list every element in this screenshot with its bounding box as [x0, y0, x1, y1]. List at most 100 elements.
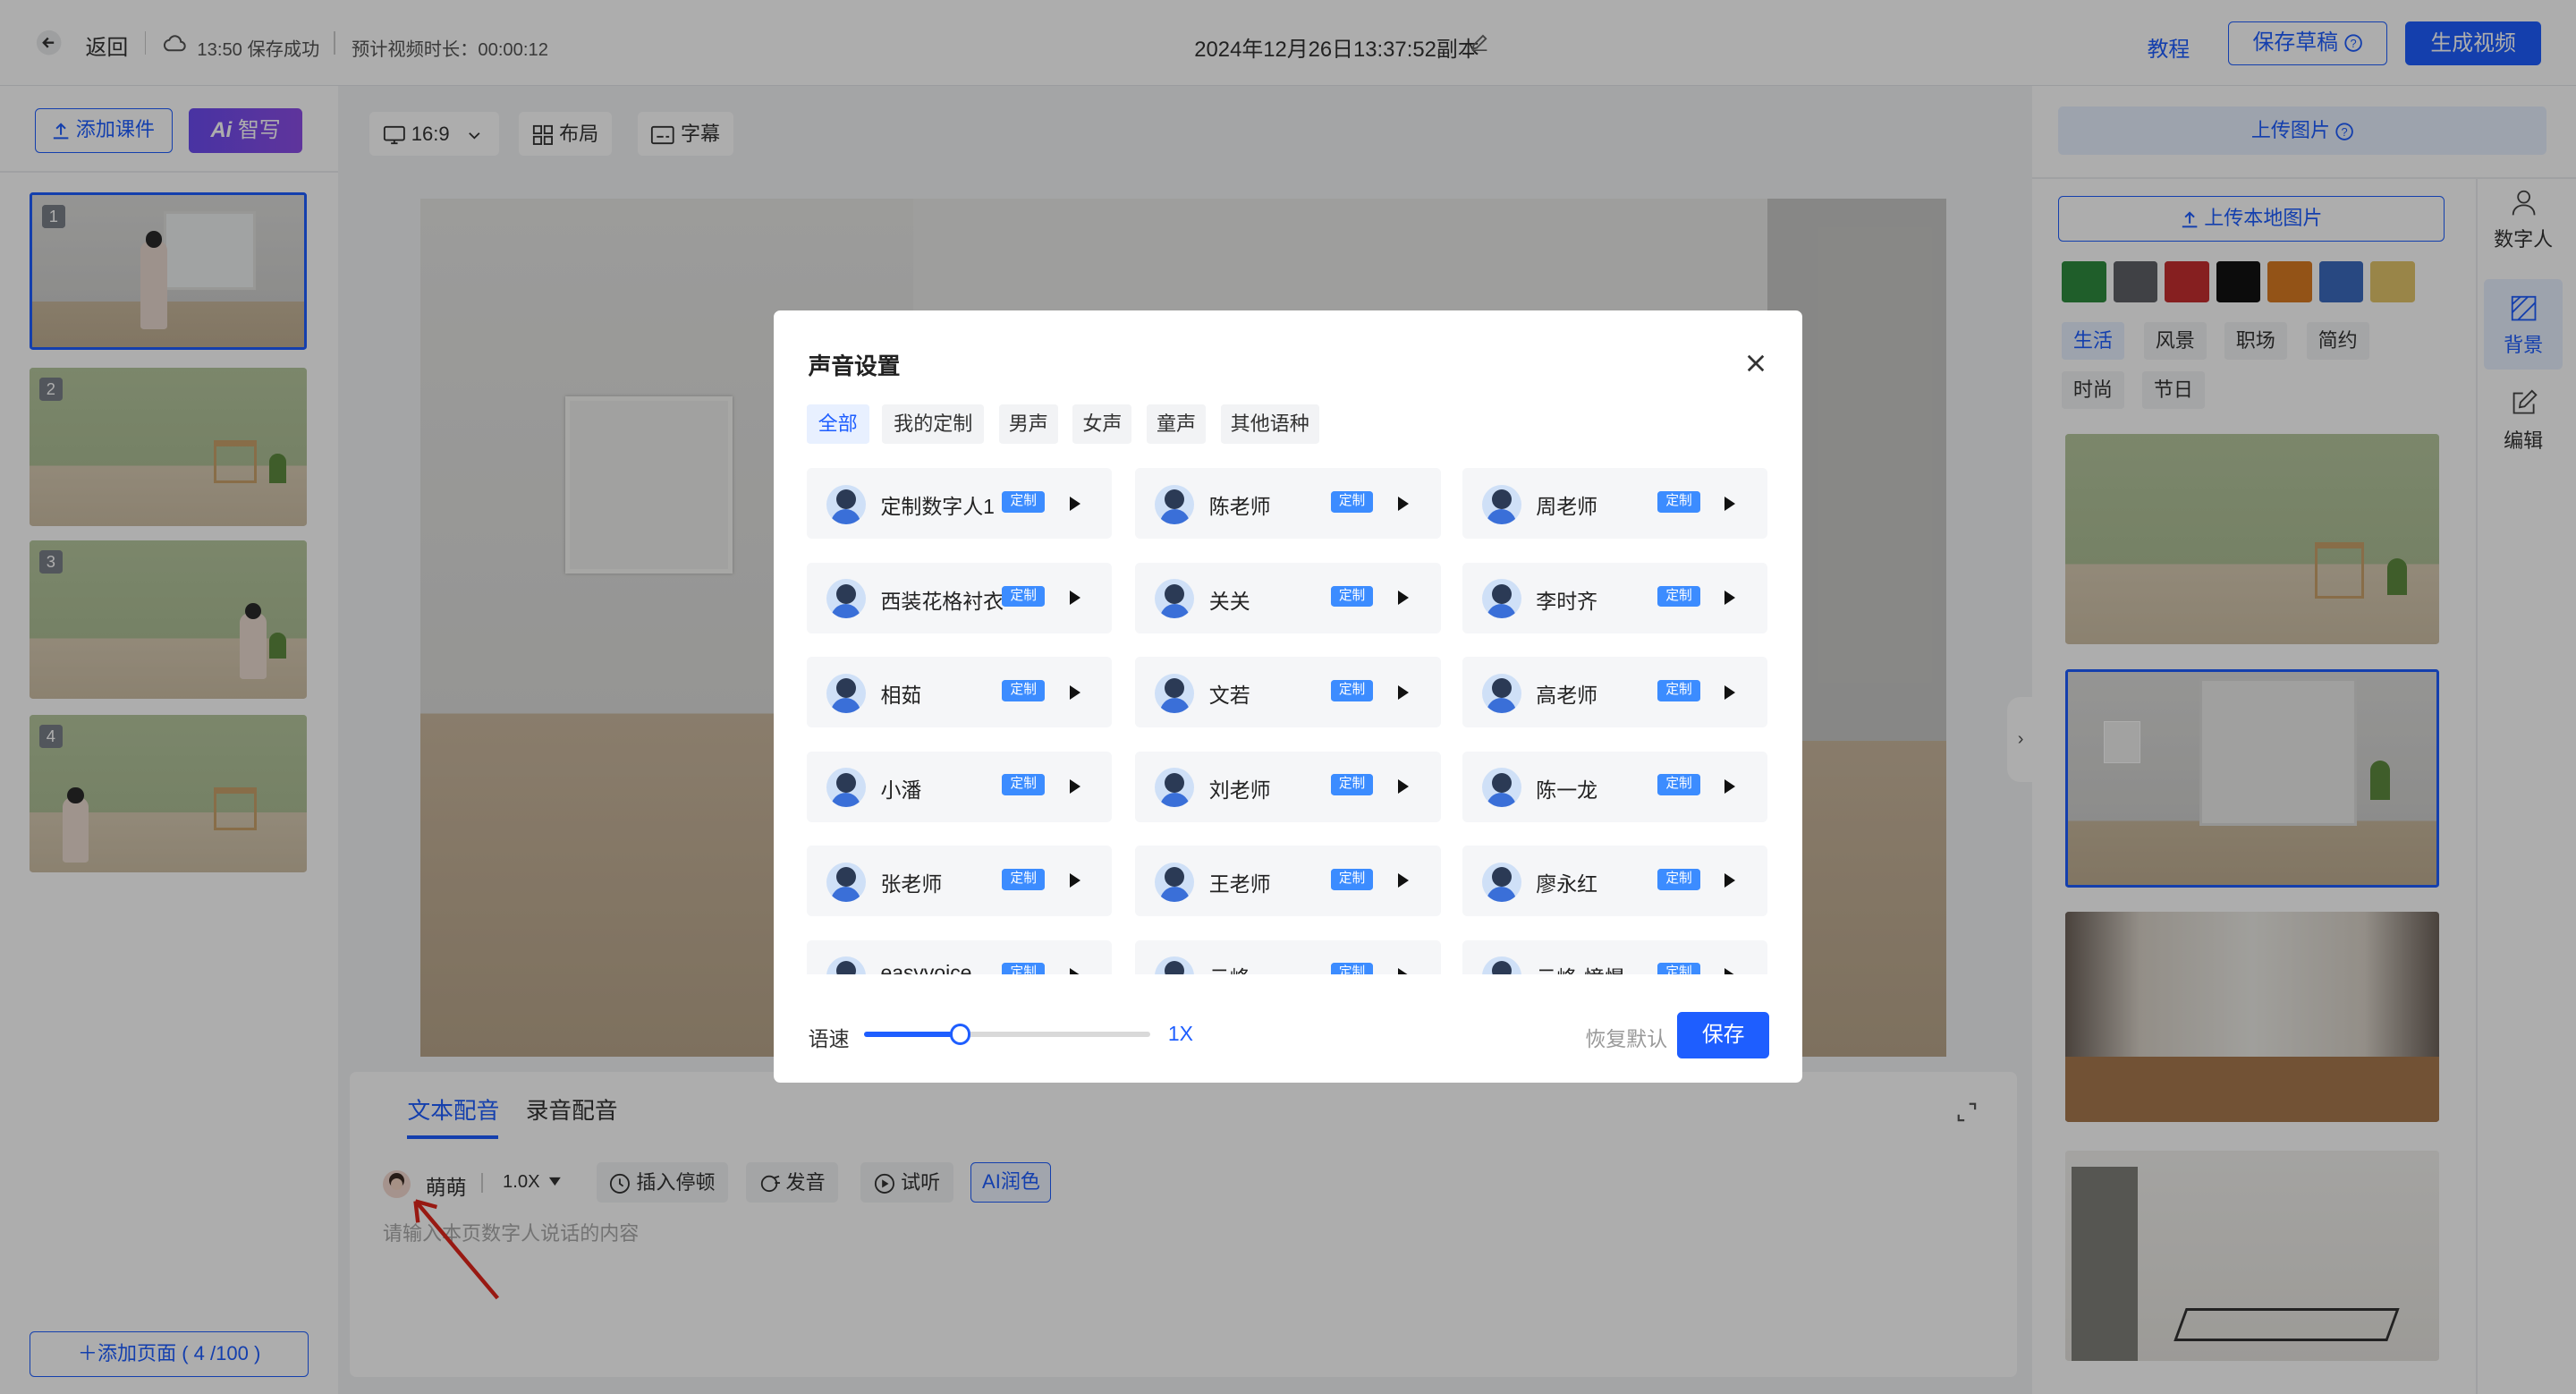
voice-name: 云峰 — [1209, 961, 1250, 974]
avatar-body — [1487, 887, 1517, 902]
avatar-body — [831, 698, 861, 713]
speed-slider-handle[interactable] — [949, 1024, 971, 1046]
custom-badge: 定制 — [1657, 963, 1700, 975]
voice-filter-tab[interactable]: 全部 — [806, 404, 869, 444]
avatar-body — [1159, 603, 1190, 619]
voice-avatar — [1155, 579, 1195, 619]
play-icon[interactable] — [1397, 778, 1409, 794]
custom-badge: 定制 — [1330, 963, 1374, 975]
play-icon[interactable] — [1724, 496, 1735, 511]
voice-settings-dialog: 声音设置 全部 我的定制 男声 女声 童声 其他语种 定制数字人1 定制 陈老师 定制 周老师 定制… — [774, 310, 1802, 1084]
voice-name: 高老师 — [1536, 684, 1598, 708]
custom-badge: 定制 — [1002, 868, 1046, 890]
voice-card[interactable]: 相茹 定制 — [806, 657, 1113, 728]
voice-avatar — [826, 484, 866, 524]
avatar-body — [831, 603, 861, 619]
voice-avatar — [1481, 956, 1521, 975]
avatar-head — [1165, 678, 1185, 699]
voice-avatar — [826, 862, 866, 902]
voice-avatar — [1155, 956, 1195, 975]
play-icon[interactable] — [1069, 496, 1080, 511]
voice-card[interactable]: 李时齐 定制 — [1462, 562, 1768, 633]
play-icon[interactable] — [1397, 684, 1409, 700]
play-icon[interactable] — [1069, 873, 1080, 888]
custom-badge: 定制 — [1002, 774, 1046, 796]
avatar-head — [1165, 489, 1185, 510]
voice-card[interactable]: 小潘 定制 — [806, 751, 1113, 822]
avatar-head — [1491, 867, 1512, 888]
custom-badge: 定制 — [1657, 679, 1700, 701]
voice-name: 廖永红 — [1536, 872, 1598, 897]
voice-card[interactable]: 刘老师 定制 — [1135, 751, 1441, 822]
play-icon[interactable] — [1069, 778, 1080, 794]
voice-filter-tab[interactable]: 其他语种 — [1220, 404, 1319, 444]
voice-card[interactable]: 张老师 定制 — [806, 846, 1113, 917]
avatar-body — [1487, 509, 1517, 524]
custom-badge: 定制 — [1657, 491, 1700, 514]
voice-avatar — [1481, 862, 1521, 902]
voice-filter-tab[interactable]: 我的定制 — [882, 404, 985, 444]
avatar-head — [835, 867, 856, 888]
close-icon[interactable] — [1746, 353, 1766, 373]
voice-avatar — [1155, 862, 1195, 902]
play-icon[interactable] — [1069, 684, 1080, 700]
play-icon[interactable] — [1069, 591, 1080, 606]
voice-name: 陈老师 — [1208, 495, 1271, 519]
voice-card[interactable]: 王老师 定制 — [1135, 846, 1441, 917]
voice-filter-tab[interactable]: 童声 — [1147, 404, 1207, 444]
voice-card[interactable]: 廖永红 定制 — [1462, 846, 1768, 917]
voice-avatar — [1155, 768, 1195, 808]
play-icon[interactable] — [1397, 591, 1409, 606]
play-icon[interactable] — [1397, 496, 1409, 511]
voice-filter-tab[interactable]: 女声 — [1072, 404, 1132, 444]
voice-card[interactable]: 周老师 定制 — [1462, 468, 1768, 540]
custom-badge: 定制 — [1002, 491, 1046, 514]
custom-badge: 定制 — [1002, 963, 1046, 975]
voice-avatar — [1481, 673, 1521, 713]
avatar-head — [1491, 772, 1512, 793]
save-button[interactable]: 保存 — [1677, 1012, 1770, 1058]
reset-default-button[interactable]: 恢复默认 — [1585, 1022, 1667, 1052]
avatar-head — [1165, 867, 1185, 888]
play-icon[interactable] — [1069, 967, 1080, 975]
voice-card[interactable]: 陈一龙 定制 — [1462, 751, 1768, 822]
voice-card[interactable]: 陈老师 定制 — [1135, 468, 1441, 540]
avatar-head — [835, 583, 856, 604]
voice-card[interactable]: 西装花格衬衣 定制 — [806, 562, 1113, 633]
dialog-title: 声音设置 — [808, 354, 901, 380]
play-icon[interactable] — [1724, 873, 1735, 888]
speed-slider-fill — [864, 1032, 960, 1037]
avatar-head — [835, 772, 856, 793]
voice-name: 王老师 — [1208, 872, 1271, 897]
play-icon[interactable] — [1397, 873, 1409, 888]
custom-badge: 定制 — [1657, 868, 1700, 890]
voice-card[interactable]: 云峰-憧憬 定制 — [1462, 939, 1768, 975]
voice-avatar — [1155, 484, 1195, 524]
avatar-body — [1487, 792, 1517, 808]
custom-badge: 定制 — [1330, 774, 1374, 796]
voice-card[interactable]: 关关 定制 — [1135, 562, 1441, 633]
voice-avatar — [826, 579, 866, 619]
voice-card[interactable]: easyvoice 定制 — [806, 939, 1113, 975]
voice-avatar — [1155, 673, 1195, 713]
voice-card[interactable]: 云峰 定制 — [1135, 939, 1441, 975]
voice-name: 云峰-憧憬 — [1536, 961, 1624, 974]
voice-filter-tab[interactable]: 男声 — [998, 404, 1058, 444]
play-icon[interactable] — [1724, 684, 1735, 700]
voice-card[interactable]: 文若 定制 — [1135, 657, 1441, 728]
voice-name: easyvoice — [880, 961, 972, 975]
voice-card[interactable]: 高老师 定制 — [1462, 657, 1768, 728]
voice-name: 陈一龙 — [1536, 778, 1598, 802]
voice-avatar — [826, 673, 866, 713]
voice-card[interactable]: 定制数字人1 定制 — [806, 468, 1113, 540]
custom-badge: 定制 — [1330, 491, 1374, 514]
play-icon[interactable] — [1724, 591, 1735, 606]
avatar-body — [831, 792, 861, 808]
play-icon[interactable] — [1724, 967, 1735, 975]
avatar-head — [1491, 961, 1512, 975]
play-icon[interactable] — [1397, 967, 1409, 975]
avatar-head — [1165, 772, 1185, 793]
custom-badge: 定制 — [1657, 585, 1700, 608]
avatar-head — [835, 678, 856, 699]
play-icon[interactable] — [1724, 778, 1735, 794]
